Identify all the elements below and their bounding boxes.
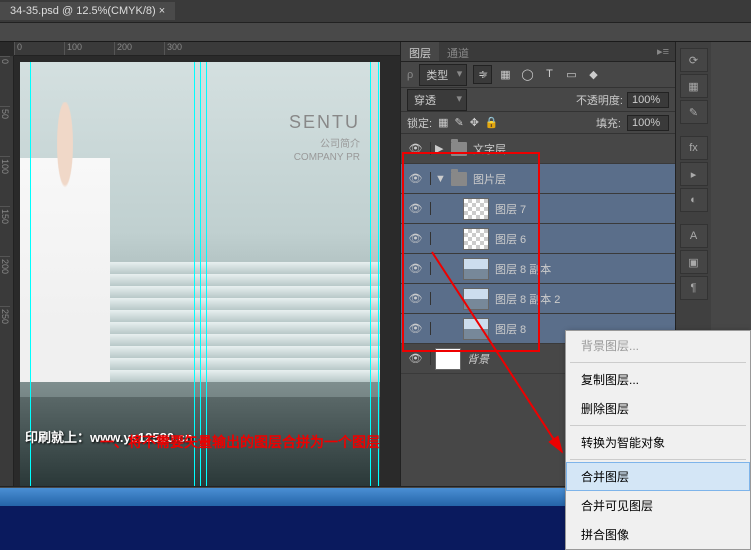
filter-pixel-icon[interactable]: ▦ [498, 68, 512, 81]
lock-label: 锁定: [407, 115, 432, 131]
layer-thumbnail[interactable] [463, 318, 489, 340]
expand-icon[interactable]: ▶ [435, 142, 445, 155]
layer-thumbnail[interactable] [463, 258, 489, 280]
lock-trans-icon[interactable]: ▦ [438, 116, 448, 129]
annotation-text: 一、将不需要矢量输出的图层合拼为一个图层 [100, 432, 380, 452]
layer-name[interactable]: 文字层 [473, 141, 506, 157]
canvas-area: 0100200300 050100150200250 SENTU 公司简介 CO… [0, 42, 400, 486]
visibility-icon[interactable]: 👁 [401, 352, 431, 365]
folder-icon [451, 142, 467, 156]
visibility-icon[interactable]: 👁 [401, 262, 431, 275]
menu-item: 背景图层... [566, 331, 750, 360]
layer-name[interactable]: 图层 6 [495, 231, 526, 247]
visibility-icon[interactable]: 👁 [401, 322, 431, 335]
ruler-horizontal[interactable]: 0100200300 [14, 42, 400, 56]
layer-thumbnail[interactable] [463, 198, 489, 220]
tool-brush-icon[interactable]: ✎ [680, 100, 708, 124]
tool-styles-icon[interactable]: fx [680, 136, 708, 160]
layer-row[interactable]: 👁 图层 8 副本 [401, 254, 675, 284]
fill-label: 填充: [596, 115, 621, 131]
canvas-sub2: COMPANY PR [289, 152, 360, 163]
filter-dropdown-icon[interactable]: ≑ [473, 65, 492, 84]
layer-row[interactable]: 👁 图层 7 [401, 194, 675, 224]
filter-shape-icon[interactable]: ▭ [564, 68, 578, 81]
filter-smart-icon[interactable]: ◆ [586, 68, 600, 81]
filter-type-icon[interactable]: T [542, 68, 556, 81]
menu-item[interactable]: 删除图层 [566, 394, 750, 423]
layer-thumbnail[interactable] [435, 348, 461, 370]
layer-name[interactable]: 图层 8 [495, 321, 526, 337]
lock-all-icon[interactable]: 🔒 [485, 116, 499, 129]
canvas[interactable]: SENTU 公司简介 COMPANY PR [20, 62, 380, 486]
menu-item[interactable]: 拼合图像 [566, 520, 750, 549]
filter-adjust-icon[interactable]: ◯ [520, 68, 534, 81]
document-tabs: 34-35.psd @ 12.5%(CMYK/8) × [0, 0, 751, 22]
layer-row[interactable]: 👁 ▶ 文字层 [401, 134, 675, 164]
layer-name[interactable]: 图层 7 [495, 201, 526, 217]
expand-icon[interactable]: ▼ [435, 173, 445, 185]
folder-icon [451, 172, 467, 186]
layer-name[interactable]: 背景 [467, 351, 489, 367]
tool-para-icon[interactable]: ¶ [680, 276, 708, 300]
tool-swatches-icon[interactable]: ▦ [680, 74, 708, 98]
panel-menu-icon[interactable]: ▸≡ [651, 42, 675, 61]
menu-item[interactable]: 转换为智能对象 [566, 428, 750, 457]
menu-item[interactable]: 复制图层... [566, 365, 750, 394]
document-tab[interactable]: 34-35.psd @ 12.5%(CMYK/8) × [0, 2, 175, 20]
layer-name[interactable]: 图层 8 副本 2 [495, 291, 560, 307]
canvas-heading: SENTU [289, 112, 360, 133]
ruler-vertical[interactable]: 050100150200250 [0, 56, 14, 486]
menu-item[interactable]: 合并图层 [566, 462, 750, 491]
tool-history-icon[interactable]: ⟳ [680, 48, 708, 72]
tool-3d-icon[interactable]: ▣ [680, 250, 708, 274]
context-menu: 背景图层...复制图层...删除图层转换为智能对象合并图层合并可见图层拼合图像 [565, 330, 751, 550]
layer-thumbnail[interactable] [463, 228, 489, 250]
fill-input[interactable]: 100% [627, 115, 669, 131]
visibility-icon[interactable]: 👁 [401, 292, 431, 305]
opacity-input[interactable]: 100% [627, 92, 669, 108]
opacity-label: 不透明度: [576, 92, 623, 108]
layer-thumbnail[interactable] [463, 288, 489, 310]
layer-row[interactable]: 👁 图层 8 副本 2 [401, 284, 675, 314]
blend-mode-dropdown[interactable]: 穿透 [407, 89, 467, 111]
tool-adjust-icon[interactable]: ◐ [680, 188, 708, 212]
lock-pixel-icon[interactable]: ✎ [454, 116, 463, 129]
visibility-icon[interactable]: 👁 [401, 202, 431, 215]
visibility-icon[interactable]: 👁 [401, 232, 431, 245]
tab-channels[interactable]: 通道 [439, 42, 477, 61]
tool-actions-icon[interactable]: ▸ [680, 162, 708, 186]
layer-kind-dropdown[interactable]: 类型 [419, 64, 467, 86]
layer-name[interactable]: 图层 8 副本 [495, 261, 551, 277]
tab-layers[interactable]: 图层 [401, 42, 439, 61]
layer-row[interactable]: 👁 ▼ 图片层 [401, 164, 675, 194]
lock-pos-icon[interactable]: ✥ [470, 116, 479, 129]
visibility-icon[interactable]: 👁 [401, 172, 431, 185]
visibility-icon[interactable]: 👁 [401, 142, 431, 155]
options-bar [0, 22, 751, 42]
layer-row[interactable]: 👁 图层 6 [401, 224, 675, 254]
canvas-sub1: 公司简介 [289, 135, 360, 150]
tool-char-icon[interactable]: A [680, 224, 708, 248]
layer-name[interactable]: 图片层 [473, 171, 506, 187]
